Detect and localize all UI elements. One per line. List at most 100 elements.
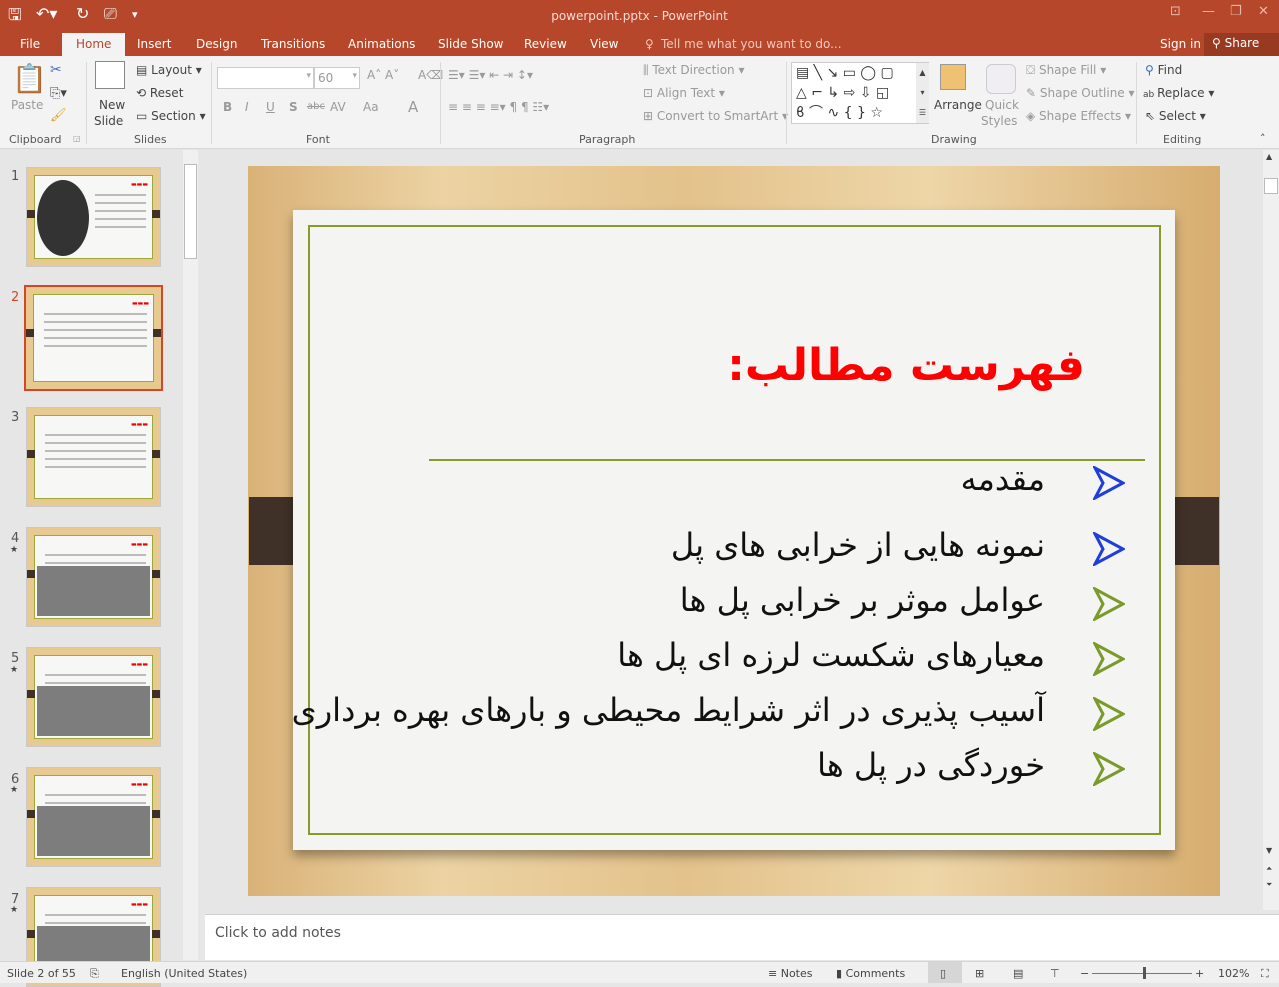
quick-styles-button[interactable]: Quick	[985, 98, 1019, 112]
fit-to-window-icon[interactable]: ⛶	[1261, 967, 1269, 981]
slide-thumbnail[interactable]: ▬▬▬	[26, 647, 161, 747]
share-button[interactable]: ⚲ Share	[1204, 33, 1279, 56]
previous-slide-icon[interactable]: ⏶	[1266, 864, 1272, 874]
tab-transitions[interactable]: Transitions	[261, 37, 325, 51]
scroll-thumb[interactable]	[1264, 178, 1278, 194]
bullet-item[interactable]: خوردگی در پل ها	[817, 746, 1045, 784]
thumbnail-scrollbar[interactable]	[183, 150, 198, 960]
tab-file[interactable]: File	[20, 37, 40, 51]
font-name-input[interactable]: ▾	[217, 67, 314, 89]
dialog-launcher-icon[interactable]: ◲	[73, 134, 81, 143]
shape-effects-button[interactable]: ◈ Shape Effects ▾	[1026, 109, 1131, 123]
slideshow-view-icon[interactable]: ⊤	[1050, 967, 1060, 980]
notes-placeholder[interactable]: Click to add notes	[215, 925, 341, 941]
format-painter-icon[interactable]: 🖌	[50, 108, 67, 123]
text-direction-button[interactable]: ⫼ Text Direction ▾	[643, 63, 744, 78]
char-spacing-button[interactable]: AV	[330, 100, 346, 114]
bullet-item[interactable]: عوامل موثر بر خرابی پل ها	[680, 581, 1045, 619]
pencil-icon: ✎	[1026, 86, 1040, 100]
convert-smartart-button[interactable]: ⊞ Convert to SmartArt ▾	[643, 109, 788, 123]
zoom-in-button[interactable]: +	[1195, 967, 1204, 980]
font-color-button[interactable]: A	[408, 98, 418, 116]
bullets-icon[interactable]: ☰▾ ☰▾ ⇤ ⇥ ↕▾	[448, 68, 533, 82]
tab-review[interactable]: Review	[524, 37, 567, 51]
collapse-ribbon-icon[interactable]: ˄	[1260, 132, 1266, 145]
maximize-icon[interactable]: ❐	[1230, 4, 1242, 19]
sign-in-link[interactable]: Sign in	[1160, 37, 1201, 51]
window-title: powerpoint.pptx - PowerPoint	[551, 9, 728, 23]
slide-canvas[interactable]: فهرست مطالب: مقدمه نمونه هایی از خرابی ها…	[248, 166, 1220, 896]
font-size-input[interactable]: 60 ▾	[314, 67, 360, 89]
reading-view-icon[interactable]: ▤	[1013, 967, 1023, 980]
new-slide-button-line2[interactable]: Slide	[94, 114, 123, 128]
quick-styles-button-line2[interactable]: Styles	[981, 114, 1017, 128]
section-button[interactable]: ▭ Section ▾	[136, 109, 206, 123]
slide-scrollbar[interactable]: ▲ ▼ ⏶ ⏷	[1263, 150, 1279, 910]
zoom-out-button[interactable]: −	[1080, 967, 1089, 980]
shadow-button[interactable]: S	[289, 100, 298, 114]
align-text-button[interactable]: ⊡ Align Text ▾	[643, 86, 725, 100]
comments-button[interactable]: ▮ Comments	[836, 967, 905, 980]
new-slide-button[interactable]: New	[99, 98, 125, 112]
tab-insert[interactable]: Insert	[137, 37, 171, 51]
arrange-icon[interactable]	[940, 64, 966, 90]
italic-button[interactable]: I	[245, 100, 249, 114]
next-slide-icon[interactable]: ⏷	[1266, 880, 1272, 890]
tab-animations[interactable]: Animations	[348, 37, 415, 51]
tab-design[interactable]: Design	[196, 37, 237, 51]
slide-thumbnail[interactable]: ▬▬▬	[24, 285, 163, 391]
paste-icon[interactable]: 📋	[12, 62, 47, 95]
notes-pane[interactable]: Click to add notes	[205, 914, 1279, 960]
scroll-thumb[interactable]	[184, 164, 197, 259]
find-button[interactable]: ⚲ Find	[1145, 63, 1182, 77]
shape-outline-button[interactable]: ✎ Shape Outline ▾	[1026, 86, 1135, 100]
quick-styles-icon[interactable]	[986, 64, 1016, 94]
find-icon: ⚲	[1145, 63, 1158, 77]
reset-button[interactable]: ⟲ Reset	[136, 86, 183, 100]
bullet-item[interactable]: معیارهای شکست لرزه ای پل ها	[617, 636, 1045, 674]
spell-check-icon[interactable]: ⎘	[90, 967, 99, 981]
zoom-slider[interactable]	[1092, 973, 1192, 974]
underline-button[interactable]: U	[266, 100, 275, 114]
tab-home[interactable]: Home	[62, 33, 126, 56]
slide-sorter-icon[interactable]: ⊞	[975, 967, 984, 980]
select-button[interactable]: ⇖ Select ▾	[1145, 109, 1206, 123]
bold-button[interactable]: B	[223, 100, 232, 114]
minimize-icon[interactable]: —	[1202, 4, 1215, 19]
close-icon[interactable]: ✕	[1258, 4, 1269, 19]
paste-button[interactable]: Paste	[11, 98, 43, 112]
animation-star-icon: ★	[10, 545, 19, 555]
tab-slide-show[interactable]: Slide Show	[438, 37, 503, 51]
increase-font-icon[interactable]: A˄ A˅	[367, 68, 399, 82]
language-indicator[interactable]: English (United States)	[121, 967, 247, 980]
notes-button[interactable]: ≡ Notes	[768, 967, 813, 980]
slide-thumbnail[interactable]: ▬▬▬	[26, 407, 161, 507]
title-bar: 🖫 ↶▾ ↻ ⎚ ▾ powerpoint.pptx - PowerPoint …	[0, 0, 1279, 33]
gallery-scroll[interactable]: ▲ ▾ ☰	[916, 63, 929, 123]
slide-thumbnail[interactable]: ▬▬▬	[26, 767, 161, 867]
tell-me-icon: ♀	[645, 37, 654, 51]
ribbon-display-icon[interactable]: ⊡	[1170, 4, 1181, 19]
shapes-gallery[interactable]: ▤ ╲ ↘ ▭ ◯ ▢ △ ⌐ ↳ ⇨ ⇩ ◱ ϐ ⌒ ∿ { } ☆	[791, 62, 929, 124]
thumbnail-number: 2	[11, 289, 20, 305]
zoom-slider-thumb[interactable]	[1143, 967, 1146, 979]
new-slide-icon[interactable]	[95, 61, 125, 89]
strikethrough-button[interactable]: abc	[307, 101, 325, 112]
layout-button[interactable]: ▤ Layout ▾	[136, 63, 202, 77]
align-icons[interactable]: ≡ ≡ ≡ ≡▾ ¶ ¶ ☷▾	[448, 100, 549, 114]
tell-me-input[interactable]: Tell me what you want to do...	[661, 37, 842, 51]
slide-title[interactable]: فهرست مطالب:	[727, 340, 1085, 391]
shape-fill-button[interactable]: ⛋ Shape Fill ▾	[1026, 63, 1106, 78]
arrange-button[interactable]: Arrange	[934, 98, 982, 112]
bullet-item[interactable]: آسیب پذیری در اثر شرایط محیطی و بارهای ب…	[292, 691, 1045, 729]
slide-thumbnail[interactable]: ▬▬▬	[26, 167, 161, 267]
tab-view[interactable]: View	[590, 37, 618, 51]
cut-icon[interactable]: ✂	[50, 62, 62, 78]
copy-icon[interactable]: ⎘▾	[50, 86, 67, 101]
change-case-button[interactable]: Aa	[363, 100, 379, 114]
replace-button[interactable]: ab Replace ▾	[1143, 86, 1214, 100]
bullet-item[interactable]: مقدمه	[961, 460, 1045, 498]
zoom-level[interactable]: 102%	[1218, 967, 1249, 980]
slide-thumbnail[interactable]: ▬▬▬	[26, 527, 161, 627]
bullet-item[interactable]: نمونه هایی از خرابی های پل	[671, 526, 1045, 564]
